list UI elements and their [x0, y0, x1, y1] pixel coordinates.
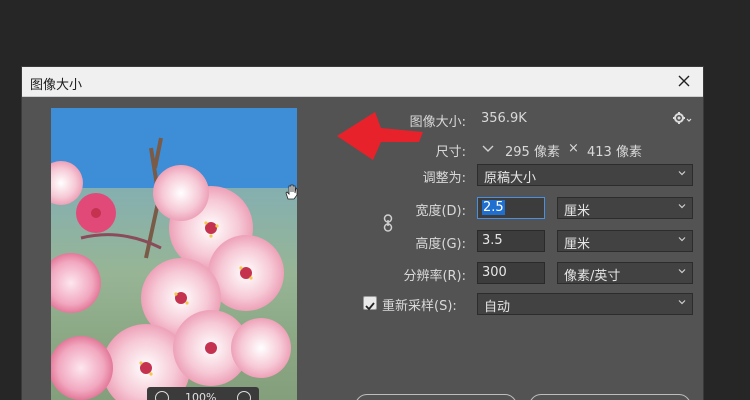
fit-to-select[interactable]: 原稿大小: [477, 164, 693, 186]
resolution-value: 300: [482, 265, 507, 280]
fit-to-label: 调整为:: [422, 171, 466, 186]
chevron-down-icon: [678, 171, 686, 176]
resolution-label: 分辨率(R):: [403, 269, 466, 284]
resample-label: 重新采样(S):: [382, 299, 457, 314]
width-unit: 厘米: [564, 204, 591, 219]
dialog-titlebar: 图像大小: [22, 67, 703, 97]
width-input[interactable]: 2.5: [477, 197, 545, 219]
hand-cursor-icon: [285, 184, 298, 200]
red-arrow-annotation: [337, 112, 423, 160]
close-icon[interactable]: [675, 72, 693, 90]
checkmark-icon: [365, 302, 375, 311]
zoom-level: 100%: [185, 391, 217, 400]
height-value: 3.5: [482, 233, 503, 248]
width-label: 宽度(D):: [415, 204, 466, 219]
image-size-value: 356.9K: [481, 111, 527, 126]
resample-value: 自动: [484, 300, 511, 315]
resample-select[interactable]: 自动: [477, 293, 693, 315]
gear-icon[interactable]: [672, 111, 692, 125]
width-value: 2.5: [482, 200, 505, 215]
fit-to-value: 原稿大小: [484, 171, 537, 186]
chevron-down-icon: [678, 237, 686, 242]
zoom-control: 100%: [147, 387, 259, 400]
resolution-unit-select[interactable]: 像素/英寸: [557, 262, 693, 284]
chevron-down-icon: [678, 269, 686, 274]
height-label: 高度(G):: [415, 237, 466, 252]
ok-button[interactable]: [355, 394, 517, 400]
zoom-out-icon[interactable]: [155, 391, 169, 400]
dimensions-height: 413 像素: [587, 145, 642, 160]
resample-checkbox[interactable]: [363, 296, 377, 311]
image-preview[interactable]: 100%: [51, 108, 297, 400]
chevron-down-icon[interactable]: [481, 143, 495, 155]
height-unit-select[interactable]: 厘米: [557, 230, 693, 252]
chevron-down-icon: [678, 300, 686, 305]
dimensions-width: 295 像素: [505, 145, 560, 160]
cancel-button[interactable]: [529, 394, 691, 400]
resolution-input[interactable]: 300: [477, 262, 545, 284]
chevron-down-icon: [678, 204, 686, 209]
width-unit-select[interactable]: 厘米: [557, 197, 693, 219]
dimensions-times: ×: [568, 141, 579, 156]
dialog-title: 图像大小: [30, 78, 83, 93]
height-input[interactable]: 3.5: [477, 230, 545, 252]
resolution-unit: 像素/英寸: [564, 269, 621, 284]
cherry-blossom-image: [51, 108, 297, 400]
height-unit: 厘米: [564, 237, 591, 252]
zoom-in-icon[interactable]: [237, 391, 251, 400]
